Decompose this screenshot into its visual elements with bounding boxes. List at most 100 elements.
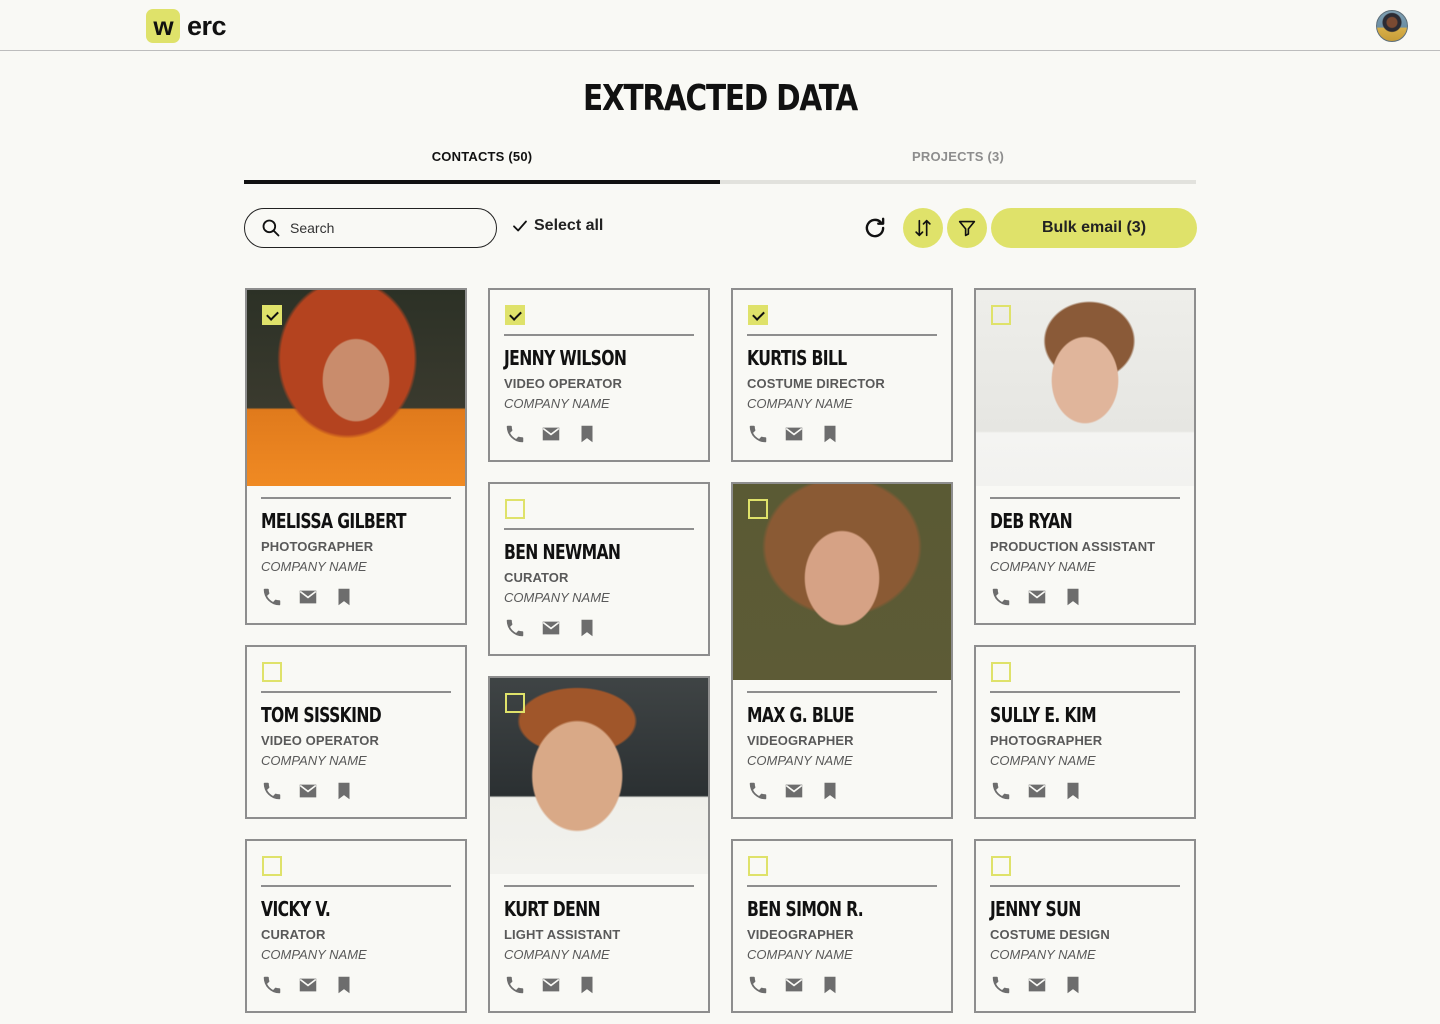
bookmark-icon[interactable] bbox=[333, 974, 355, 996]
contact-name: MAX G. BLUE bbox=[747, 703, 855, 727]
bookmark-icon[interactable] bbox=[333, 780, 355, 802]
select-all-label: Select all bbox=[534, 217, 604, 234]
mail-icon[interactable] bbox=[297, 586, 319, 608]
contact-checkbox[interactable] bbox=[748, 856, 768, 876]
bookmark-icon[interactable] bbox=[1062, 780, 1084, 802]
mail-icon[interactable] bbox=[1026, 780, 1048, 802]
contact-role: PHOTOGRAPHER bbox=[990, 733, 1103, 748]
phone-icon[interactable] bbox=[261, 974, 283, 996]
mail-icon[interactable] bbox=[783, 423, 805, 445]
bookmark-icon[interactable] bbox=[819, 974, 841, 996]
bookmark-icon[interactable] bbox=[1062, 974, 1084, 996]
contact-details: VICKY V. CURATOR COMPANY NAME bbox=[261, 885, 451, 996]
sort-button[interactable] bbox=[903, 208, 943, 248]
contact-checkbox[interactable] bbox=[505, 693, 525, 713]
bookmark-icon[interactable] bbox=[819, 423, 841, 445]
contact-name: VICKY V. bbox=[261, 897, 331, 921]
mail-icon[interactable] bbox=[1026, 974, 1048, 996]
bookmark-icon[interactable] bbox=[333, 586, 355, 608]
filter-icon bbox=[958, 220, 976, 237]
mail-icon[interactable] bbox=[297, 974, 319, 996]
contact-card[interactable]: VICKY V. CURATOR COMPANY NAME bbox=[245, 839, 467, 1013]
contact-checkbox[interactable] bbox=[262, 305, 282, 325]
contact-card[interactable]: TOM SISSKIND VIDEO OPERATOR COMPANY NAME bbox=[245, 645, 467, 819]
mail-icon[interactable] bbox=[540, 974, 562, 996]
search-box[interactable] bbox=[244, 208, 497, 248]
contact-card[interactable]: BEN SIMON R. VIDEOGRAPHER COMPANY NAME bbox=[731, 839, 953, 1013]
tab-projects[interactable]: PROJECTS (3) bbox=[720, 144, 1196, 184]
logo[interactable]: w erc bbox=[146, 9, 227, 43]
mail-icon[interactable] bbox=[540, 617, 562, 639]
phone-icon[interactable] bbox=[747, 974, 769, 996]
mail-icon[interactable] bbox=[783, 780, 805, 802]
phone-icon[interactable] bbox=[504, 974, 526, 996]
contact-checkbox[interactable] bbox=[991, 856, 1011, 876]
phone-icon[interactable] bbox=[990, 586, 1012, 608]
phone-icon[interactable] bbox=[990, 974, 1012, 996]
search-icon bbox=[262, 219, 280, 237]
contact-company: COMPANY NAME bbox=[504, 947, 610, 962]
contact-checkbox[interactable] bbox=[262, 662, 282, 682]
contact-details: JENNY WILSON VIDEO OPERATOR COMPANY NAME bbox=[504, 334, 694, 445]
contact-role: VIDEO OPERATOR bbox=[504, 376, 622, 391]
contact-company: COMPANY NAME bbox=[261, 559, 367, 574]
contact-checkbox[interactable] bbox=[748, 305, 768, 325]
contact-name: DEB RYAN bbox=[990, 509, 1073, 533]
mail-icon[interactable] bbox=[783, 974, 805, 996]
phone-icon[interactable] bbox=[261, 780, 283, 802]
bookmark-icon[interactable] bbox=[1062, 586, 1084, 608]
divider bbox=[990, 497, 1180, 499]
contact-checkbox[interactable] bbox=[262, 856, 282, 876]
contact-card[interactable]: SULLY E. KIM PHOTOGRAPHER COMPANY NAME bbox=[974, 645, 1196, 819]
filter-button[interactable] bbox=[947, 208, 987, 248]
refresh-icon[interactable] bbox=[862, 215, 888, 241]
phone-icon[interactable] bbox=[990, 780, 1012, 802]
bookmark-icon[interactable] bbox=[576, 974, 598, 996]
user-avatar[interactable] bbox=[1376, 10, 1408, 42]
contact-role: COSTUME DIRECTOR bbox=[747, 376, 885, 391]
mail-icon[interactable] bbox=[540, 423, 562, 445]
contact-role: CURATOR bbox=[504, 570, 569, 585]
contact-details: BEN NEWMAN CURATOR COMPANY NAME bbox=[504, 528, 694, 639]
mail-icon[interactable] bbox=[297, 780, 319, 802]
contact-card[interactable]: MELISSA GILBERT PHOTOGRAPHER COMPANY NAME bbox=[245, 288, 467, 625]
phone-icon[interactable] bbox=[504, 617, 526, 639]
contact-checkbox[interactable] bbox=[505, 305, 525, 325]
phone-icon[interactable] bbox=[261, 586, 283, 608]
contact-company: COMPANY NAME bbox=[747, 396, 853, 411]
contact-checkbox[interactable] bbox=[505, 499, 525, 519]
bookmark-icon[interactable] bbox=[576, 617, 598, 639]
contact-actions bbox=[261, 586, 451, 608]
bookmark-icon[interactable] bbox=[819, 780, 841, 802]
contact-details: DEB RYAN PRODUCTION ASSISTANT COMPANY NAME bbox=[990, 497, 1180, 608]
contact-card[interactable]: KURTIS BILL COSTUME DIRECTOR COMPANY NAME bbox=[731, 288, 953, 462]
phone-icon[interactable] bbox=[504, 423, 526, 445]
contact-role: VIDEOGRAPHER bbox=[747, 927, 854, 942]
contact-card[interactable]: MAX G. BLUE VIDEOGRAPHER COMPANY NAME bbox=[731, 482, 953, 819]
sort-icon bbox=[915, 219, 931, 237]
contact-actions bbox=[747, 974, 937, 996]
contact-checkbox[interactable] bbox=[748, 499, 768, 519]
contact-checkbox[interactable] bbox=[991, 662, 1011, 682]
contact-role: PRODUCTION ASSISTANT bbox=[990, 539, 1156, 554]
contact-card[interactable]: BEN NEWMAN CURATOR COMPANY NAME bbox=[488, 482, 710, 656]
search-input[interactable] bbox=[290, 220, 480, 236]
contact-checkbox[interactable] bbox=[991, 305, 1011, 325]
bulk-email-button[interactable]: Bulk email (3) bbox=[991, 208, 1197, 248]
logo-text: erc bbox=[187, 10, 227, 41]
bookmark-icon[interactable] bbox=[576, 423, 598, 445]
divider bbox=[747, 334, 937, 336]
contact-card[interactable]: JENNY SUN COSTUME DESIGN COMPANY NAME bbox=[974, 839, 1196, 1013]
contact-details: SULLY E. KIM PHOTOGRAPHER COMPANY NAME bbox=[990, 691, 1180, 802]
phone-icon[interactable] bbox=[747, 423, 769, 445]
contact-role: VIDEOGRAPHER bbox=[747, 733, 854, 748]
phone-icon[interactable] bbox=[747, 780, 769, 802]
contact-card[interactable]: KURT DENN LIGHT ASSISTANT COMPANY NAME bbox=[488, 676, 710, 1013]
contact-name: MELISSA GILBERT bbox=[261, 509, 407, 533]
contact-card[interactable]: DEB RYAN PRODUCTION ASSISTANT COMPANY NAME bbox=[974, 288, 1196, 625]
tab-contacts[interactable]: CONTACTS (50) bbox=[244, 144, 720, 184]
contact-actions bbox=[261, 780, 451, 802]
contact-card[interactable]: JENNY WILSON VIDEO OPERATOR COMPANY NAME bbox=[488, 288, 710, 462]
select-all-button[interactable]: Select all bbox=[511, 217, 603, 235]
mail-icon[interactable] bbox=[1026, 586, 1048, 608]
